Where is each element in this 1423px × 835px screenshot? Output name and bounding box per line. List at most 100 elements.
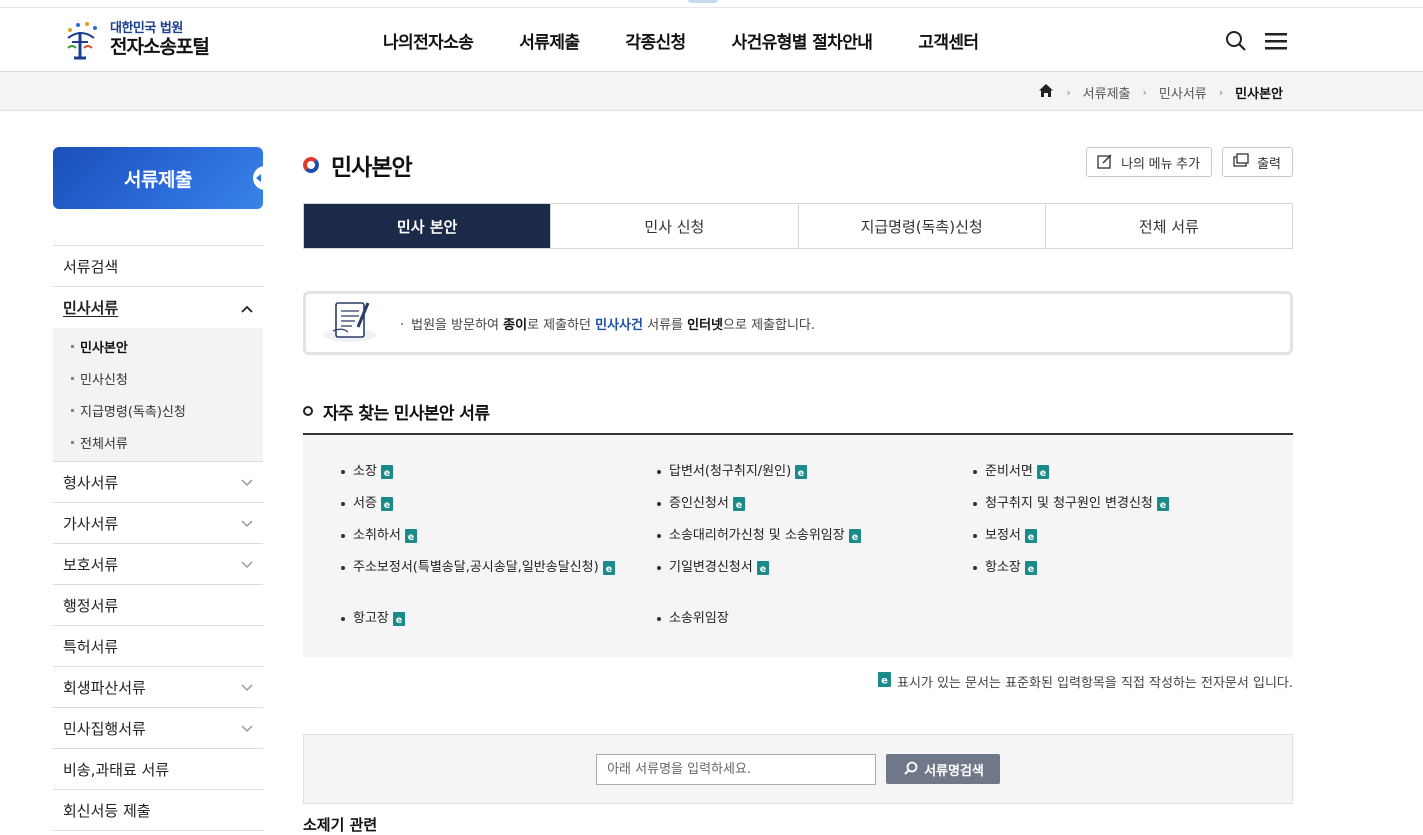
frequent-documents-list: 소장 e 서증 e 소취하서 e 주소보정서(특별송달,공시송달,일반송달신청) e 항고장 e … [303,433,1293,657]
e-doc-legend-text: 표시가 있는 문서는 표준화된 입력항목을 직접 작성하는 전자문서 입니다. [897,676,1293,691]
submenu-civil-main[interactable]: 민사본안 [53,330,263,362]
sidebar-item-protection[interactable]: 보호서류 [53,544,263,585]
document-link[interactable]: 항고장 e [341,608,641,640]
document-link[interactable]: 주소보정서(특별송달,공시송달,일반송달신청) e [341,557,641,608]
document-link[interactable]: 소취하서 e [341,525,641,557]
svg-text:e: e [396,614,402,625]
tab-civil-application[interactable]: 민사 신청 [550,204,798,248]
sidebar-item-patent[interactable]: 특허서류 [53,626,263,667]
add-my-menu-button[interactable]: 나의 메뉴 추가 [1086,147,1213,177]
document-link[interactable]: 소장 e [341,461,641,493]
document-link[interactable]: 항소장 e [973,557,1273,589]
document-name: 기일변경신청서 [669,560,753,575]
document-tabs: 민사 본안 민사 신청 지급명령(독촉)신청 전체 서류 [303,203,1293,249]
breadcrumb-current: 민사본안 [1235,87,1283,102]
court-emblem-icon [58,18,104,62]
nav-procedure-guide[interactable]: 사건유형별 절차안내 [732,28,873,53]
home-icon[interactable] [1038,83,1054,102]
sidebar-item-civil[interactable]: 민사서류 [53,287,263,328]
sidebar-item-label: 행정서류 [63,596,119,615]
bullet-icon [341,617,345,621]
document-search-button[interactable]: 서류명검색 [886,754,1000,784]
document-link[interactable]: 소송위임장 [657,608,957,640]
document-link[interactable]: 보정서 e [973,525,1273,557]
info-text-part: 법원을 방문하여 [411,317,504,333]
chevron-down-icon [241,473,253,491]
nav-my-ecase[interactable]: 나의전자소송 [383,28,474,53]
tab-all-documents[interactable]: 전체 서류 [1044,204,1292,248]
e-document-icon: e [404,528,417,543]
sidebar-item-label: 특허서류 [63,637,119,656]
document-link[interactable]: 소송대리허가신청 및 소송위임장 e [657,525,957,557]
breadcrumb-item-1[interactable]: 서류제출 [1083,83,1131,102]
menu-icon[interactable] [1265,31,1287,55]
document-link[interactable]: 청구취지 및 청구원인 변경신청 e [973,493,1273,525]
document-link[interactable]: 답변서(청구취지/원인) e [657,461,957,493]
nav-document-submit[interactable]: 서류제출 [519,28,580,53]
sidebar-item-search[interactable]: 서류검색 [53,246,263,287]
svg-text:e: e [384,499,390,510]
sidebar-item-reply[interactable]: 회신서등 제출 [53,790,263,831]
site-logo[interactable]: 대한민국 법원 전자소송포털 [58,18,210,62]
sidebar-item-family[interactable]: 가사서류 [53,503,263,544]
breadcrumb-item-2[interactable]: 민사서류 [1159,83,1207,102]
chevron-right-icon: › [1218,86,1224,99]
document-link[interactable]: 서증 e [341,493,641,525]
svg-text:e: e [1040,467,1046,478]
document-search-button-label: 서류명검색 [924,762,984,778]
sidebar-item-bankruptcy[interactable]: 회생파산서류 [53,667,263,708]
sidebar-item-label: 형사서류 [63,473,119,492]
tab-civil-main[interactable]: 민사 본안 [304,204,551,248]
e-document-icon: e [795,464,808,479]
e-document-icon: e [1156,496,1169,511]
document-name: 청구취지 및 청구원인 변경신청 [985,496,1153,511]
bullet-icon [973,534,977,538]
collapse-sidebar-icon[interactable] [253,166,265,190]
bullet-icon [973,470,977,474]
svg-text:e: e [408,531,414,542]
title-ring-icon [303,157,319,173]
document-link[interactable]: 증인신청서 e [657,493,957,525]
document-link[interactable]: 준비서면 e [973,461,1273,493]
svg-text:e: e [798,467,804,478]
sidebar-item-criminal[interactable]: 형사서류 [53,462,263,503]
sidebar-item-execution[interactable]: 민사집행서류 [53,708,263,749]
e-document-icon: e [878,672,891,691]
sidebar-item-non-contentious[interactable]: 비송,과태료 서류 [53,749,263,790]
bullet-icon [341,534,345,538]
svg-text:e: e [760,563,766,574]
document-search-input[interactable] [596,753,877,785]
info-text-part: 으로 제출합니다. [723,317,816,333]
doc-column-2: 답변서(청구취지/원인) e 증인신청서 e 소송대리허가신청 및 소송위임장 e 기일변경… [657,461,957,640]
add-my-menu-label: 나의 메뉴 추가 [1121,155,1201,171]
info-emphasis-internet: 인터넷 [687,317,724,333]
submenu-payment-order[interactable]: 지급명령(독촉)신청 [53,394,263,426]
edit-icon [1097,153,1113,172]
svg-text:e: e [1028,531,1034,542]
e-document-icon: e [380,464,393,479]
sidebar-item-label: 민사집행서류 [63,719,146,738]
document-name: 항소장 [985,560,1021,575]
print-button[interactable]: 출력 [1222,147,1293,177]
search-icon[interactable] [1225,30,1247,56]
document-name: 증인신청서 [669,496,729,511]
document-link[interactable]: 기일변경신청서 e [657,557,957,608]
submenu-all-documents[interactable]: 전체서류 [53,426,263,458]
submenu-civil-application[interactable]: 민사신청 [53,362,263,394]
search-icon [904,761,918,778]
bullet-icon [973,502,977,506]
bullet-icon [973,566,977,570]
tab-payment-order[interactable]: 지급명령(독촉)신청 [797,204,1045,248]
sidebar-item-administrative[interactable]: 행정서류 [53,585,263,626]
circle-bullet-icon [303,406,313,416]
sidebar-item-label: 보호서류 [63,555,119,574]
bullet-icon [657,617,661,621]
bullet-icon [657,534,661,538]
sidebar-item-label: 회신서등 제출 [63,801,151,820]
nav-customer-center[interactable]: 고객센터 [918,28,979,53]
breadcrumb-bar: › 서류제출 › 민사서류 › 민사본안 [0,72,1423,111]
document-name: 소송대리허가신청 및 소송위임장 [669,528,845,543]
doc-column-1: 소장 e 서증 e 소취하서 e 주소보정서(특별송달,공시송달,일반송달신청) e 항고장 e [341,461,641,640]
print-label: 출력 [1257,155,1281,171]
nav-applications[interactable]: 각종신청 [625,28,686,53]
